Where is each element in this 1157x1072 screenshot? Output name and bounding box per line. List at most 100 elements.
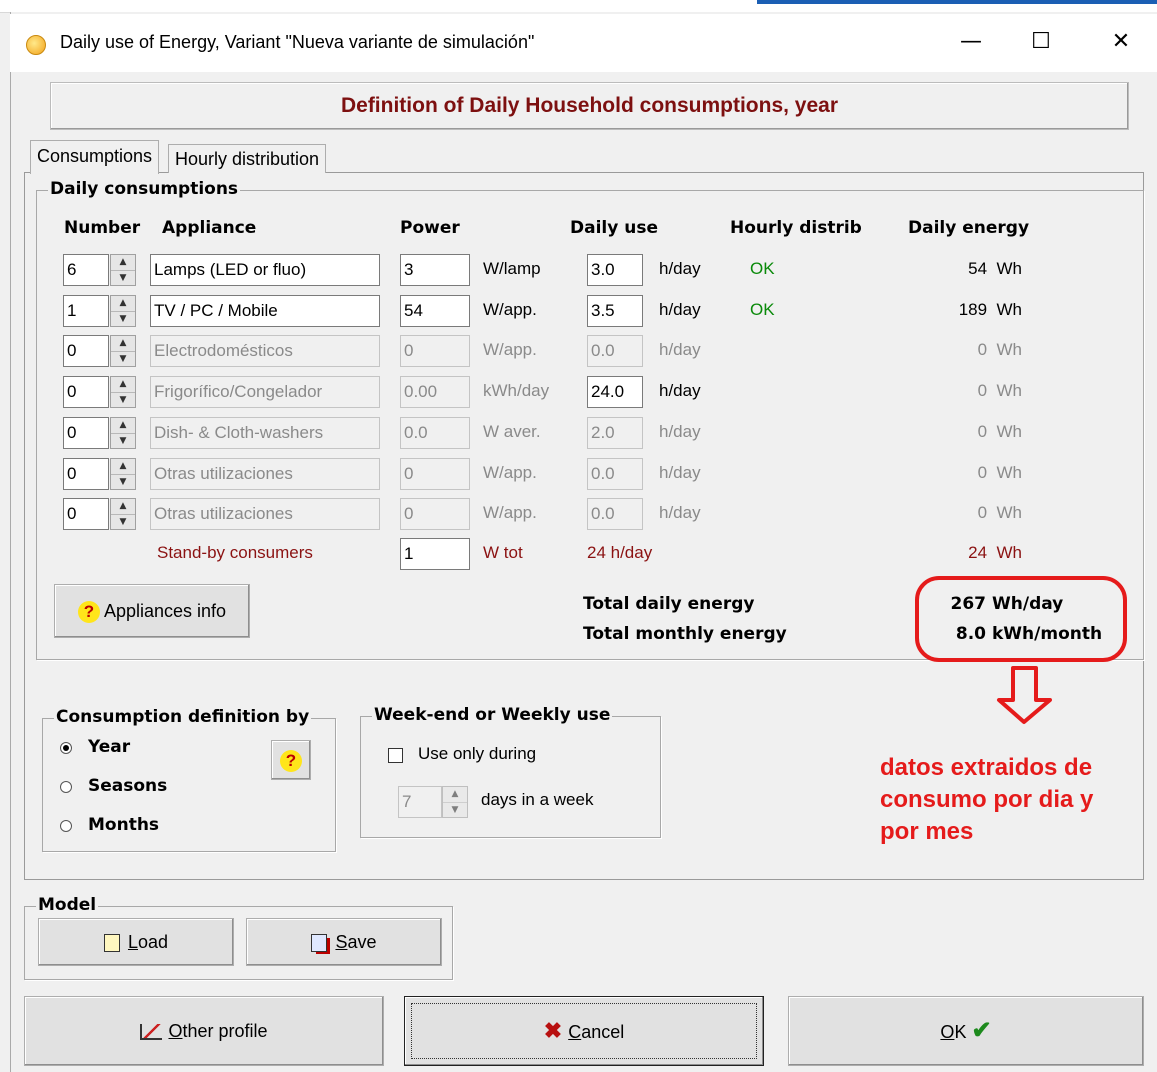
number-spinner[interactable]: ▲ ▼ (110, 417, 136, 449)
number-input[interactable]: 1 (63, 295, 109, 327)
load-button[interactable]: Load (38, 918, 234, 966)
power-unit: W/app. (483, 300, 537, 319)
appliances-info-label: Appliances info (103, 601, 227, 621)
radio-seasons[interactable] (60, 781, 72, 793)
daily-use-unit: h/day (659, 463, 701, 482)
annotation-line: datos extraidos de (880, 754, 1093, 781)
close-button[interactable]: ✕ (1098, 22, 1144, 62)
power-unit: W/app. (483, 503, 537, 522)
appliance-input[interactable]: Lamps (LED or fluo) (150, 254, 380, 286)
number-spinner[interactable]: ▲ ▼ (110, 254, 136, 286)
ok-button[interactable]: OK ✔ (788, 996, 1144, 1066)
ok-label: K (954, 1022, 967, 1042)
checkmark-icon: ✔ (971, 1017, 992, 1044)
standby-label: Stand-by consumers (157, 543, 313, 562)
number-spinner[interactable]: ▲ ▼ (110, 335, 136, 367)
power-input[interactable]: 0 (400, 458, 470, 490)
maximize-button[interactable]: ☐ (1018, 22, 1064, 62)
save-button[interactable]: Save (246, 918, 442, 966)
power-input[interactable]: 0 (400, 335, 470, 367)
total-daily-label: Total daily energy (583, 594, 755, 614)
number-input[interactable]: 0 (63, 498, 109, 530)
weekend-group (360, 716, 661, 838)
power-input[interactable]: 3 (400, 254, 470, 286)
daily-energy-value: 0 Wh (977, 340, 1022, 359)
col-daily-energy-header: Daily energy (908, 218, 1030, 238)
daily-energy-value: 0 Wh (977, 463, 1022, 482)
daily-use-unit: h/day (659, 422, 701, 441)
cancel-button[interactable]: ✖ Cancel (404, 996, 764, 1066)
number-input[interactable]: 0 (63, 376, 109, 408)
daily-use-input[interactable]: 24.0 (587, 376, 643, 408)
other-profile-button[interactable]: Other profile (24, 996, 384, 1066)
app-icon (26, 35, 46, 55)
window-title: Daily use of Energy, Variant "Nueva vari… (60, 32, 535, 52)
number-spinner[interactable]: ▲ ▼ (110, 295, 136, 327)
power-input[interactable]: 0 (400, 498, 470, 530)
number-input[interactable]: 0 (63, 417, 109, 449)
annotation-line: por mes (880, 818, 974, 845)
number-input[interactable]: 6 (63, 254, 109, 286)
appliance-input[interactable]: Otras utilizaciones (150, 458, 380, 490)
hourly-distrib-status[interactable]: OK (750, 259, 775, 279)
daily-use-input[interactable]: 3.0 (587, 254, 643, 286)
tab-hourly-distribution[interactable]: Hourly distribution (168, 144, 327, 173)
daily-use-input[interactable]: 0.0 (587, 498, 643, 530)
daily-use-input[interactable]: 0.0 (587, 335, 643, 367)
model-label: Model (36, 895, 99, 915)
appliance-input[interactable]: TV / PC / Mobile (150, 295, 380, 327)
load-icon (103, 934, 120, 953)
standby-power-input[interactable]: 1 (400, 538, 470, 570)
appliance-input[interactable]: Frigorífico/Congelador (150, 376, 380, 408)
save-icon (311, 934, 328, 953)
power-unit: W/app. (483, 463, 537, 482)
appliance-input[interactable]: Electrodomésticos (150, 335, 380, 367)
daily-use-unit: h/day (659, 381, 701, 400)
number-spinner[interactable]: ▲ ▼ (110, 498, 136, 530)
power-input[interactable]: 0.00 (400, 376, 470, 408)
appliance-input[interactable]: Dish- & Cloth-washers (150, 417, 380, 449)
annotation-circle (915, 576, 1127, 662)
consumption-definition-label: Consumption definition by (54, 707, 312, 727)
daily-use-input[interactable]: 2.0 (587, 417, 643, 449)
annotation-line: consumo por dia y (880, 786, 1094, 813)
daily-use-input[interactable]: 3.5 (587, 295, 643, 327)
power-input[interactable]: 0.0 (400, 417, 470, 449)
daily-use-input[interactable]: 0.0 (587, 458, 643, 490)
use-only-during-label: Use only during (418, 744, 537, 763)
number-spinner[interactable]: ▲ ▼ (110, 458, 136, 490)
days-spinner[interactable]: ▲ ▼ (442, 786, 468, 818)
radio-months[interactable] (60, 820, 72, 832)
daily-energy-value: 0 Wh (977, 503, 1022, 522)
days-input[interactable]: 7 (398, 786, 442, 818)
daily-use-unit: h/day (659, 503, 701, 522)
minimize-button[interactable]: — (948, 22, 994, 62)
number-spinner[interactable]: ▲ ▼ (110, 376, 136, 408)
days-in-week-label: days in a week (481, 790, 594, 809)
power-input[interactable]: 54 (400, 295, 470, 327)
annotation-text: datos extraidos de consumo por dia y por… (880, 752, 1093, 848)
number-input[interactable]: 0 (63, 335, 109, 367)
consumption-definition-group (42, 718, 336, 852)
tab-consumptions[interactable]: Consumptions (30, 140, 160, 174)
page-title: Definition of Daily Household consumptio… (50, 82, 1129, 130)
radio-year[interactable] (60, 742, 72, 754)
help-icon: ? (280, 750, 302, 772)
appliance-input[interactable]: Otras utilizaciones (150, 498, 380, 530)
number-input[interactable]: 0 (63, 458, 109, 490)
other-profile-label: ther profile (182, 1021, 268, 1041)
help-icon: ? (77, 601, 100, 623)
definition-help-button[interactable]: ? (271, 740, 311, 780)
appliances-info-button[interactable]: ? Appliances info (54, 584, 250, 638)
power-unit: W/lamp (483, 259, 541, 278)
radio-year-label: Year (88, 737, 131, 757)
chart-icon (140, 1024, 163, 1041)
col-power-header: Power (400, 218, 460, 238)
col-daily-use-header: Daily use (570, 218, 658, 238)
use-only-during-checkbox[interactable] (388, 748, 403, 763)
daily-energy-value: 0 Wh (977, 381, 1022, 400)
daily-use-unit: h/day (659, 259, 701, 278)
hourly-distrib-status[interactable]: OK (750, 300, 775, 320)
save-accel: S (335, 932, 348, 952)
load-label: oad (137, 932, 169, 952)
